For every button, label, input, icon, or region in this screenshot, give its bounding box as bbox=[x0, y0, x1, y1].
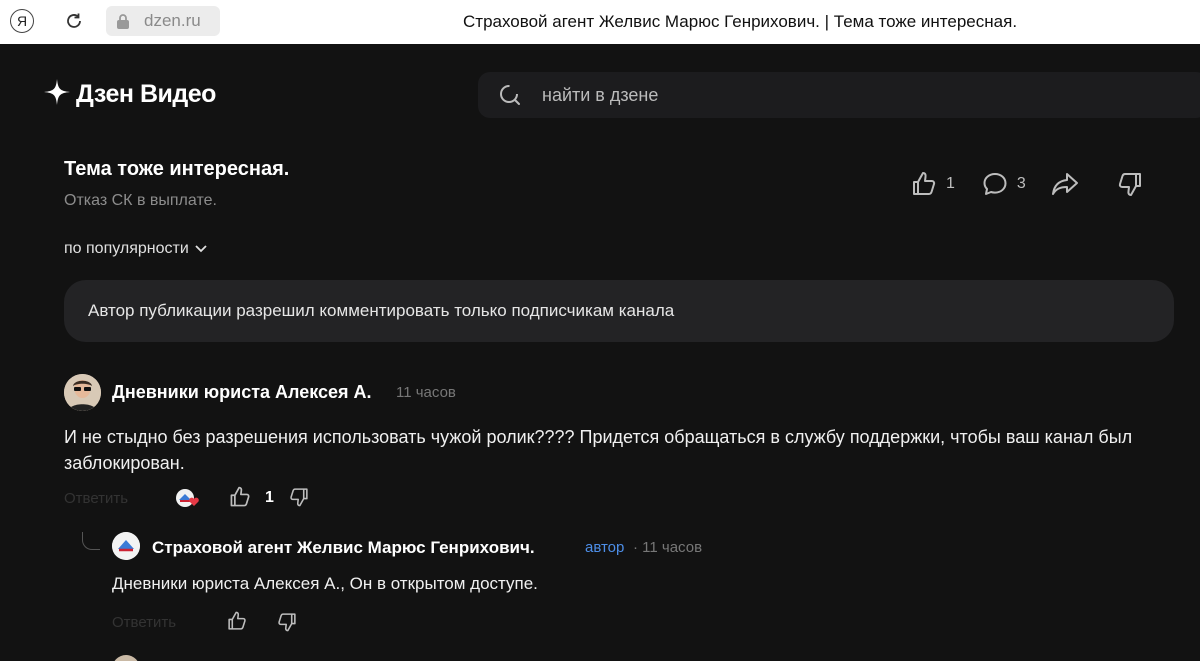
thumbs-down-icon bbox=[1118, 173, 1141, 196]
sort-dropdown[interactable]: по популярности bbox=[64, 240, 207, 258]
comment-author[interactable]: Дневники юриста Алексея А. bbox=[112, 382, 372, 403]
comment-author[interactable]: Страховой агент Желвис Марюс Генрихович. bbox=[152, 538, 535, 558]
reply-button[interactable]: Ответить bbox=[64, 490, 128, 507]
thumbs-up-icon bbox=[230, 486, 250, 507]
search-icon bbox=[498, 83, 522, 107]
thumbs-down-icon bbox=[278, 613, 296, 632]
post-subtitle: Отказ СК в выплате. bbox=[64, 192, 217, 209]
comment-dislike-button[interactable] bbox=[276, 611, 298, 638]
search-input[interactable] bbox=[542, 84, 942, 106]
comment-icon bbox=[983, 173, 1007, 195]
page-title-bar: Страховой агент Желвис Марюс Генрихович.… bbox=[463, 12, 1018, 31]
chevron-down-icon bbox=[195, 245, 207, 253]
thumbs-down-icon bbox=[290, 488, 308, 507]
comment-time: 11 часов bbox=[396, 384, 456, 401]
comment-like-button[interactable] bbox=[228, 485, 252, 514]
author-badge: автор bbox=[585, 539, 625, 556]
share-button[interactable] bbox=[1050, 170, 1080, 198]
comment-count: 3 bbox=[1016, 175, 1026, 192]
post-actions: 1 3 bbox=[910, 170, 1144, 198]
share-icon bbox=[1051, 173, 1078, 195]
like-button[interactable]: 1 bbox=[910, 170, 955, 198]
logo-text: Дзен Видео bbox=[76, 80, 216, 108]
reply-button[interactable]: Ответить bbox=[112, 614, 176, 631]
sparkle-icon bbox=[44, 79, 70, 110]
yandex-logo-button[interactable]: Я bbox=[10, 9, 34, 33]
post-title: Тема тоже интересная. bbox=[64, 158, 290, 180]
comment-dislike-button[interactable] bbox=[288, 486, 310, 513]
comments-button[interactable]: 3 bbox=[981, 170, 1026, 198]
url-text: dzen.ru bbox=[144, 11, 201, 30]
thread-connector bbox=[82, 532, 100, 550]
comment-text: Дневники юриста Алексея А., Он в открыто… bbox=[112, 574, 538, 593]
comment-restriction-notice: Автор публикации разрешил комментировать… bbox=[64, 280, 1174, 342]
address-bar[interactable]: dzen.ru bbox=[106, 6, 220, 36]
dzen-video-logo[interactable]: Дзен Видео bbox=[44, 79, 216, 110]
comment-like-count: 1 bbox=[265, 489, 274, 506]
comment-like-button[interactable] bbox=[226, 610, 248, 637]
comment-text: И не стыдно без разрешения использовать … bbox=[64, 427, 1133, 473]
avatar[interactable] bbox=[64, 374, 101, 411]
author-heart-reaction-icon bbox=[175, 488, 201, 508]
lock-icon bbox=[114, 11, 132, 31]
thumbs-up-icon bbox=[913, 172, 936, 195]
thumbs-up-icon bbox=[228, 611, 246, 630]
avatar[interactable] bbox=[112, 532, 140, 560]
browser-toolbar: Я dzen.ru Страховой агент Желвис Марюс Г… bbox=[0, 0, 1200, 44]
sort-label: по популярности bbox=[64, 240, 189, 257]
like-count: 1 bbox=[946, 175, 955, 192]
avatar[interactable] bbox=[112, 655, 140, 661]
search-bar[interactable] bbox=[478, 72, 1200, 118]
reload-icon[interactable] bbox=[62, 9, 86, 33]
dislike-button[interactable] bbox=[1116, 170, 1144, 198]
comment-time: · 11 часов bbox=[633, 539, 703, 556]
